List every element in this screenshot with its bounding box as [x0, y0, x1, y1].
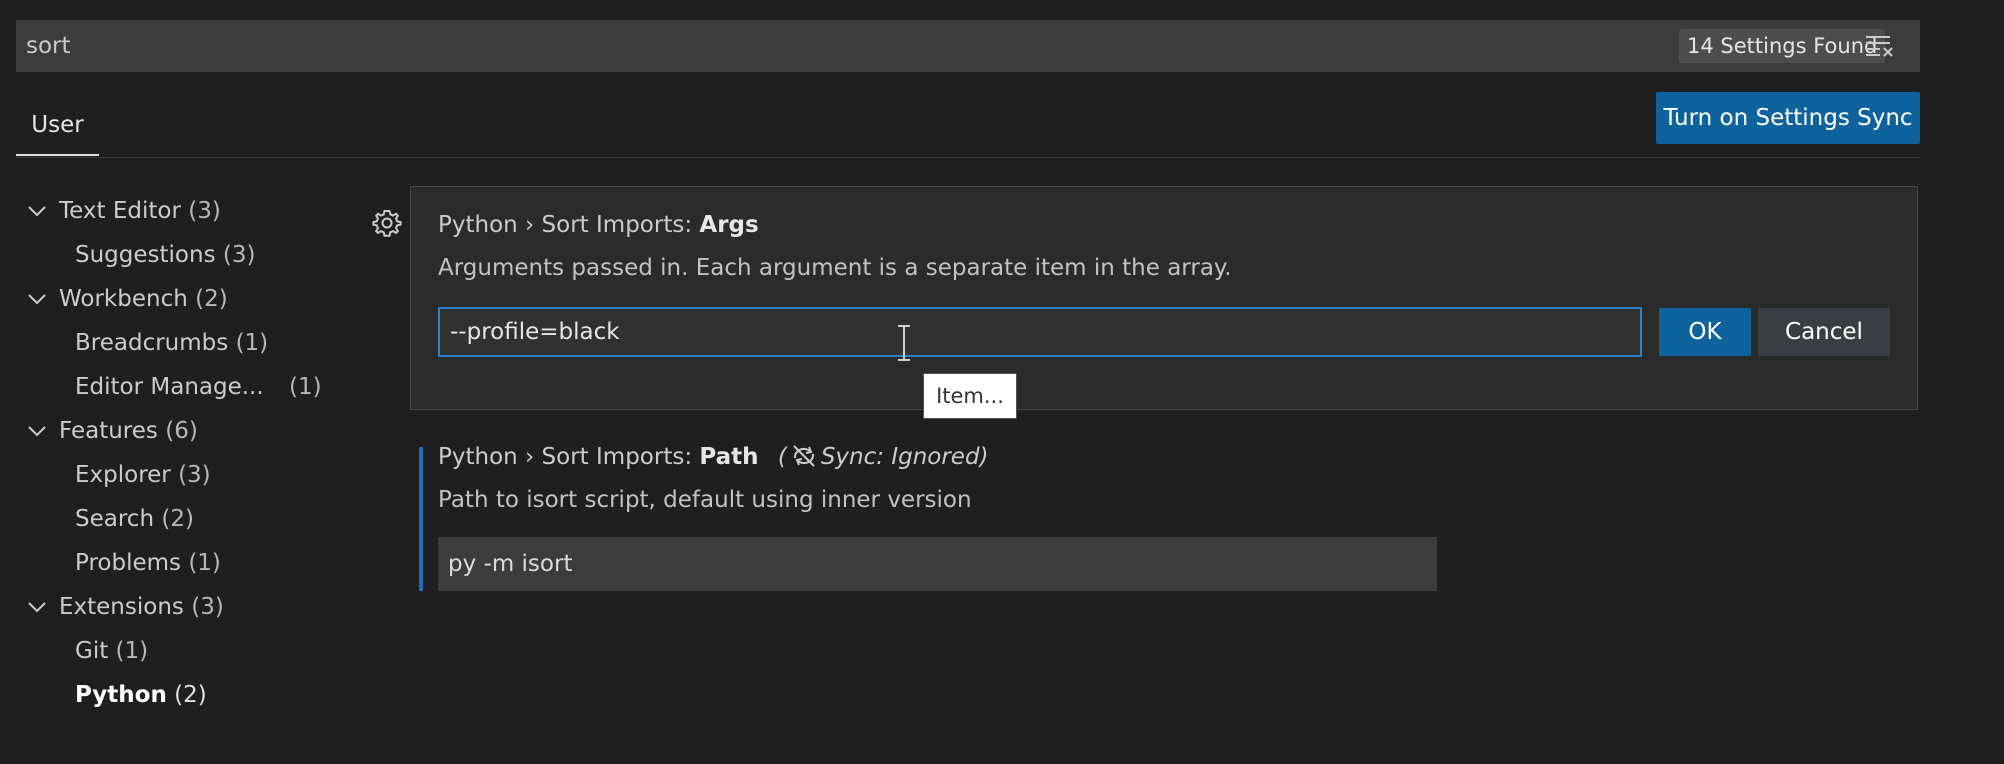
toc-count: (1): [188, 550, 221, 576]
toc-count: (2): [161, 506, 194, 532]
toc-item-explorer[interactable]: Explorer (3): [75, 453, 211, 497]
toc-item-breadcrumbs[interactable]: Breadcrumbs (1): [75, 321, 268, 365]
gear-icon[interactable]: [372, 208, 402, 238]
text-cursor-icon: [898, 325, 910, 361]
tab-user[interactable]: User: [16, 96, 99, 156]
setting-description: Arguments passed in. Each argument is a …: [438, 255, 1232, 281]
toc-item-problems[interactable]: Problems (1): [75, 541, 221, 585]
search-input[interactable]: sort: [26, 20, 71, 72]
chevron-down-icon: [28, 426, 46, 437]
sync-ignored-label[interactable]: ( Sync: Ignored): [778, 444, 989, 470]
toc-count: (6): [165, 418, 198, 444]
toc-count: (2): [195, 286, 228, 312]
clear-filter-icon[interactable]: [1864, 33, 1894, 59]
toc-label: Python: [75, 682, 167, 708]
toc-item-editor-management[interactable]: Editor Manage... (1): [75, 365, 322, 409]
chevron-down-icon: [28, 206, 46, 217]
results-count-badge: 14 Settings Found: [1679, 29, 1886, 63]
toc-label: Text Editor: [59, 198, 181, 224]
toc-label: Problems: [75, 550, 182, 576]
setting-title: Python › Sort Imports: Args: [438, 212, 759, 238]
toc-label: Features: [59, 418, 158, 444]
toc-item-git[interactable]: Git (1): [75, 629, 148, 673]
active-tab-indicator: [16, 154, 99, 156]
toc-count: (3): [178, 462, 211, 488]
ok-button[interactable]: OK: [1659, 308, 1751, 356]
toc-count: (1): [289, 374, 322, 400]
toc-label: Explorer: [75, 462, 171, 488]
sync-note: Sync: Ignored): [820, 444, 989, 470]
toc-count: (3): [222, 242, 256, 268]
setting-title: Python › Sort Imports: Path ( Sync: Igno…: [438, 444, 989, 470]
toc-label: Workbench: [59, 286, 188, 312]
sort-imports-path-input[interactable]: py -m isort: [438, 537, 1437, 591]
sync-paren: (: [777, 444, 787, 470]
toc-label: Git: [75, 638, 109, 664]
toc-item-search[interactable]: Search (2): [75, 497, 194, 541]
cancel-button[interactable]: Cancel: [1758, 308, 1890, 356]
setting-category: Python › Sort Imports:: [438, 212, 700, 238]
chevron-down-icon: [28, 602, 46, 613]
toc-item-python[interactable]: Python (2): [75, 673, 207, 717]
toc-label: Suggestions: [75, 242, 216, 268]
toc-count: (3): [191, 594, 224, 620]
setting-category: Python › Sort Imports:: [438, 444, 700, 470]
toc-count: (1): [235, 330, 269, 356]
modified-indicator: [419, 447, 423, 591]
setting-description: Path to isort script, default using inne…: [438, 487, 972, 513]
toc-count: (1): [115, 638, 149, 664]
toc-count: (3): [188, 198, 221, 224]
tooltip: Item...: [923, 373, 1017, 419]
toc-label: Extensions: [59, 594, 184, 620]
tabs-divider: [16, 157, 1920, 158]
chevron-down-icon: [28, 294, 46, 305]
setting-name: Path: [699, 444, 759, 470]
settings-search-bar[interactable]: sort 14 Settings Found: [16, 20, 1920, 72]
toc-label: Search: [75, 506, 155, 532]
settings-sync-button[interactable]: Turn on Settings Sync: [1656, 92, 1920, 144]
toc-label: Breadcrumbs: [75, 330, 229, 356]
array-item-edit-input[interactable]: --profile=black: [438, 307, 1642, 357]
toc-label: Editor Manage...: [75, 374, 264, 400]
toc-item-suggestions[interactable]: Suggestions (3): [75, 233, 255, 277]
sync-ignored-icon: [793, 445, 815, 467]
setting-name: Args: [699, 212, 759, 238]
toc-count: (2): [174, 682, 207, 708]
